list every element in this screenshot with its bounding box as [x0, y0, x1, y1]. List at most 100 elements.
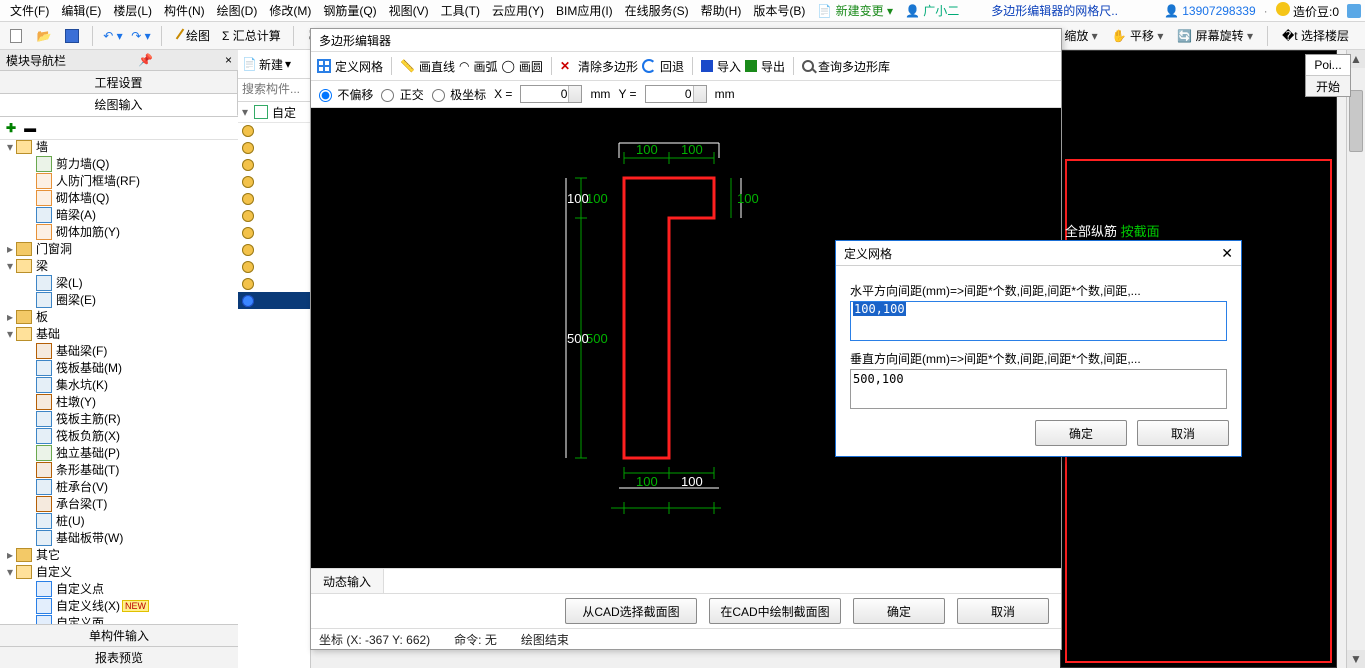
export-button[interactable]: 导出 — [745, 58, 785, 75]
draw-arc-button[interactable]: ◠ 画弧 — [459, 58, 498, 75]
tree-item[interactable]: 筏板基础(M) — [0, 359, 238, 376]
define-grid-button[interactable]: 定义网格 — [317, 58, 383, 75]
tree-item[interactable]: 条形基础(T) — [0, 461, 238, 478]
float-poi[interactable]: Poi... — [1306, 55, 1350, 76]
scroll-thumb[interactable] — [1349, 90, 1363, 152]
new-component-button[interactable]: 📄 新建 ▾ — [242, 56, 291, 73]
component-row[interactable] — [238, 207, 310, 224]
component-row[interactable] — [238, 156, 310, 173]
vertical-scrollbar[interactable]: ▲ ▼ — [1346, 50, 1365, 668]
tree-item[interactable]: 独立基础(P) — [0, 444, 238, 461]
component-row[interactable] — [238, 258, 310, 275]
dynamic-input-tab[interactable]: 动态输入 — [311, 569, 384, 593]
list-header-row[interactable]: ▾ 自定 — [238, 102, 310, 123]
tree-item[interactable]: 桩(U) — [0, 512, 238, 529]
menu-view[interactable]: 视图(V) — [383, 2, 435, 19]
radio-ortho[interactable]: 正交 — [381, 86, 423, 103]
menu-floor[interactable]: 楼层(L) — [107, 2, 158, 19]
search-lib-button[interactable]: 查询多边形库 — [802, 58, 890, 75]
tree-item[interactable]: 梁(L) — [0, 274, 238, 291]
component-row[interactable] — [238, 292, 310, 309]
component-row[interactable] — [238, 139, 310, 156]
dialog-titlebar[interactable]: 定义网格 ✕ — [836, 241, 1241, 266]
menu-rebar[interactable]: 钢筋量(Q) — [317, 2, 382, 19]
sum-button[interactable]: Σ 汇总计算 — [218, 27, 285, 44]
clear-button[interactable]: ✕ 清除多边形 — [560, 58, 638, 75]
tree-item[interactable]: 筏板负筋(X) — [0, 427, 238, 444]
cancel-button[interactable]: 取消 — [957, 598, 1049, 624]
tab-report-preview[interactable]: 报表预览 — [0, 646, 238, 668]
component-row[interactable] — [238, 190, 310, 207]
radio-polar[interactable]: 极坐标 — [432, 86, 486, 103]
tree-folder[interactable]: ▾梁 — [0, 257, 238, 274]
undo-icon[interactable]: ↶ ▾ — [101, 24, 125, 48]
new-file-icon[interactable] — [4, 24, 28, 48]
expand-all-icon[interactable]: ✚ — [6, 121, 16, 135]
tree-item[interactable]: 基础板带(W) — [0, 529, 238, 546]
panel-close-icon[interactable]: × — [225, 53, 232, 67]
tree-item[interactable]: 砌体墙(Q) — [0, 189, 238, 206]
component-row[interactable] — [238, 241, 310, 258]
panel-pin-icon[interactable]: 📌 — [138, 53, 153, 67]
v-spacing-input[interactable] — [850, 369, 1227, 409]
tree-folder[interactable]: ▾自定义 — [0, 563, 238, 580]
tree-item[interactable]: 剪力墙(Q) — [0, 155, 238, 172]
tree-item[interactable]: 筏板主筋(R) — [0, 410, 238, 427]
menu-bim[interactable]: BIM应用(I) — [550, 2, 619, 19]
tab-draw-input[interactable]: 绘图输入 — [0, 94, 238, 116]
menu-cloud[interactable]: 云应用(Y) — [486, 2, 550, 19]
open-icon[interactable]: 📂 — [32, 24, 56, 48]
title-hint[interactable]: 多边形编辑器的网格尺.. — [985, 2, 1124, 19]
draw-circle-button[interactable]: ◯ 画圆 — [501, 58, 542, 75]
radio-no-offset[interactable]: 不偏移 — [319, 86, 373, 103]
dialog-ok-button[interactable]: 确定 — [1035, 420, 1127, 446]
component-search-input[interactable] — [238, 79, 310, 99]
menu-edit[interactable]: 编辑(E) — [55, 2, 107, 19]
component-list[interactable] — [238, 122, 310, 668]
component-row[interactable] — [238, 275, 310, 292]
tree-folder[interactable]: ▸其它 — [0, 546, 238, 563]
dialog-close-icon[interactable]: ✕ — [1221, 245, 1233, 262]
cad-draw-button[interactable]: 在CAD中绘制截面图 — [709, 598, 841, 624]
tree-item[interactable]: 承台梁(T) — [0, 495, 238, 512]
menu-file[interactable]: 文件(F) — [4, 2, 55, 19]
tree-item[interactable]: 圈梁(E) — [0, 291, 238, 308]
h-spacing-input[interactable]: <span></span> — [850, 301, 1227, 341]
select-floor-button[interactable]: �t 选择楼层 — [1278, 27, 1353, 44]
collapse-all-icon[interactable]: ▬ — [24, 121, 36, 135]
tree-folder[interactable]: ▸板 — [0, 308, 238, 325]
tree-item[interactable]: 柱墩(Y) — [0, 393, 238, 410]
x-input[interactable] — [520, 85, 582, 103]
tab-single-input[interactable]: 单构件输入 — [0, 624, 238, 646]
undo-button[interactable]: 回退 — [642, 58, 684, 75]
import-button[interactable]: 导入 — [701, 58, 741, 75]
menu-modify[interactable]: 修改(M) — [263, 2, 317, 19]
pan-button[interactable]: ✋ 平移 — [1108, 27, 1168, 44]
balance[interactable]: 造价豆:0 — [1276, 2, 1339, 20]
component-row[interactable] — [238, 224, 310, 241]
tree-item[interactable]: 桩承台(V) — [0, 478, 238, 495]
draw-button[interactable]: 绘图 — [170, 27, 214, 44]
redo-icon[interactable]: ↷ ▾ — [129, 24, 153, 48]
sub-user[interactable]: 👤 广小二 — [899, 2, 965, 19]
bell-icon[interactable] — [1347, 4, 1361, 18]
rotate-button[interactable]: 🔄 屏幕旋转 — [1173, 27, 1257, 44]
tree-item[interactable]: 自定义线(X)NEW — [0, 597, 238, 614]
menu-help[interactable]: 帮助(H) — [695, 2, 748, 19]
cad-select-button[interactable]: 从CAD选择截面图 — [565, 598, 697, 624]
tree-folder[interactable]: ▾基础 — [0, 325, 238, 342]
tree-item[interactable]: 自定义面 — [0, 614, 238, 624]
new-change-button[interactable]: 📄 新建变更 ▾ — [811, 2, 899, 19]
tree-item[interactable]: 砌体加筋(Y) — [0, 223, 238, 240]
tree-item[interactable]: 基础梁(F) — [0, 342, 238, 359]
draw-line-button[interactable]: 📏 画直线 — [400, 58, 455, 75]
tree-folder[interactable]: ▸门窗洞 — [0, 240, 238, 257]
menu-version[interactable]: 版本号(B) — [747, 2, 811, 19]
y-input[interactable] — [645, 85, 707, 103]
account-label[interactable]: 👤 13907298339 — [1164, 4, 1256, 18]
menu-member[interactable]: 构件(N) — [158, 2, 211, 19]
tree-item[interactable]: 自定义点 — [0, 580, 238, 597]
tree-item[interactable]: 集水坑(K) — [0, 376, 238, 393]
menu-tools[interactable]: 工具(T) — [435, 2, 486, 19]
component-row[interactable] — [238, 122, 310, 139]
